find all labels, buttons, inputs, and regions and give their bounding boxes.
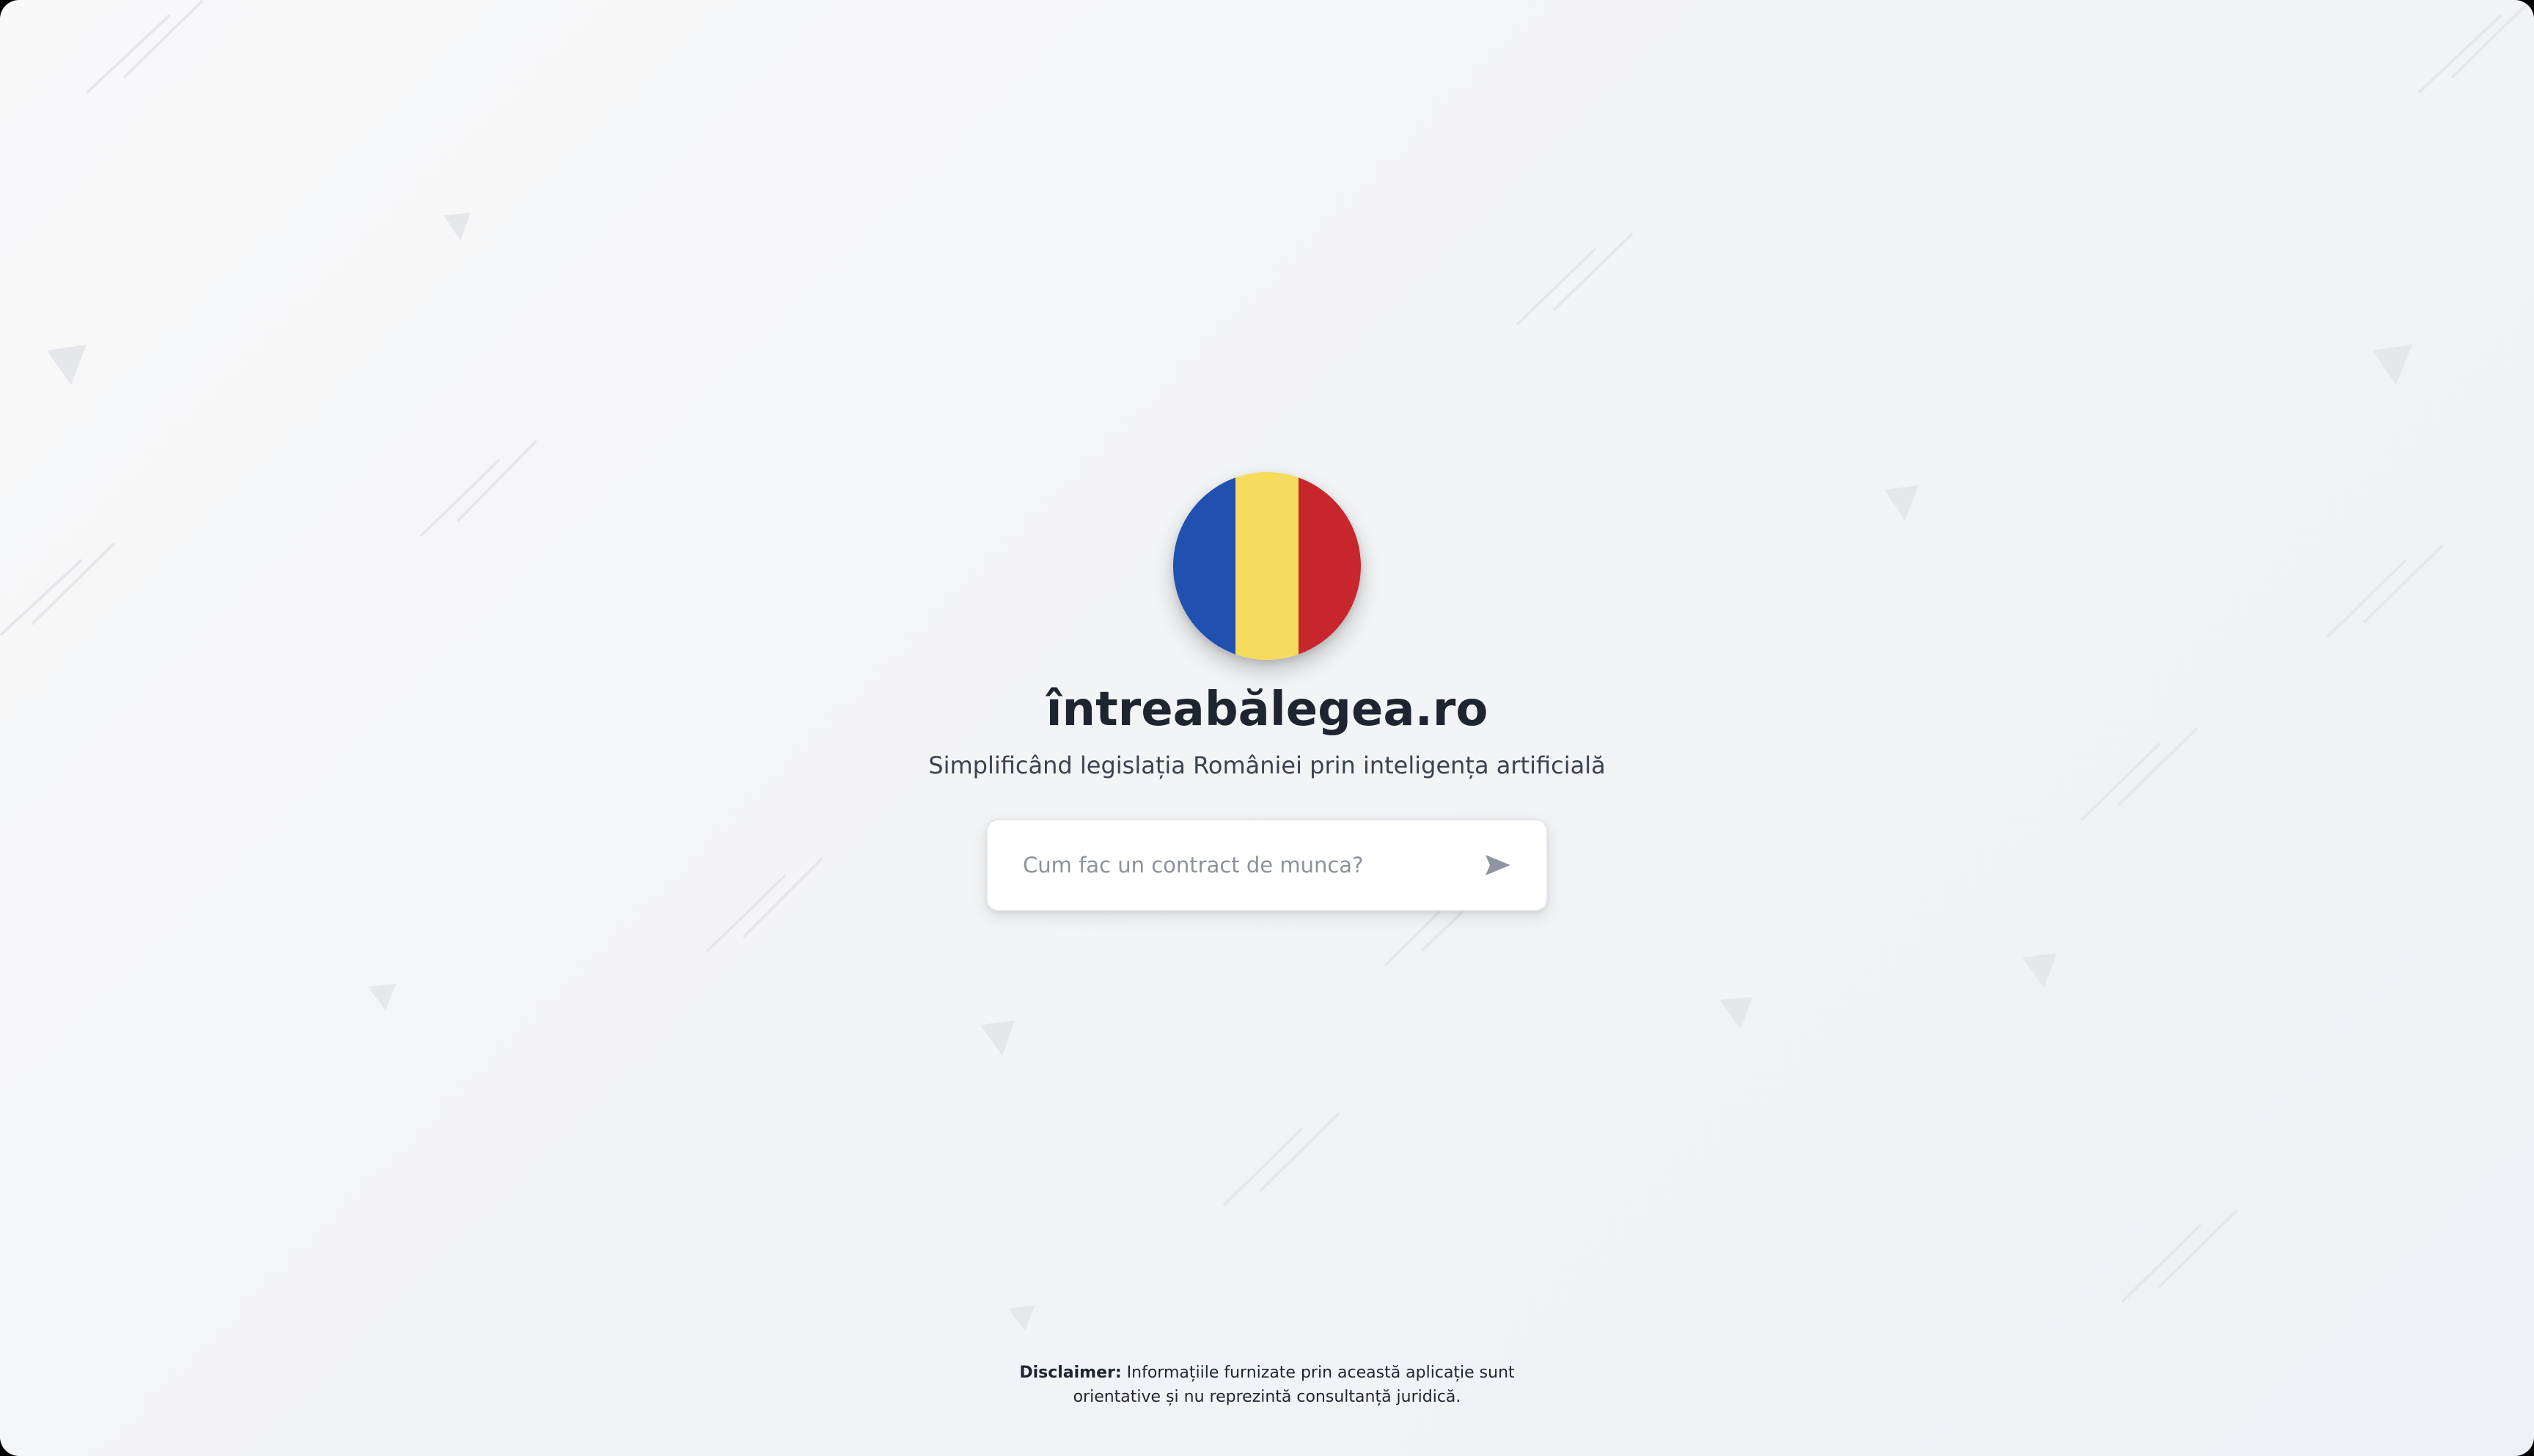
flag-stripe-red xyxy=(1298,472,1361,660)
disclaimer-label: Disclaimer: xyxy=(1019,1364,1122,1382)
disclaimer-text-line2: orientative și nu reprezintă consultanță… xyxy=(1073,1388,1461,1406)
search-input[interactable] xyxy=(988,820,1472,910)
flag-stripe-blue xyxy=(1173,472,1236,660)
flag-stripe-yellow xyxy=(1235,472,1299,660)
site-title: întreabălegea.ro xyxy=(1046,683,1488,737)
romanian-flag-icon xyxy=(1173,472,1361,660)
site-subtitle: Simplificând legislația României prin in… xyxy=(928,751,1606,779)
app-window: întreabălegea.ro Simplificând legislația… xyxy=(0,0,2534,1456)
main-content: întreabălegea.ro Simplificând legislația… xyxy=(0,0,2534,1456)
send-button[interactable] xyxy=(1472,839,1524,891)
send-arrow-icon xyxy=(1485,855,1510,875)
disclaimer: Disclaimer: Informațiile furnizate prin … xyxy=(953,1361,1581,1409)
search-bar xyxy=(986,819,1548,911)
disclaimer-text-line1: Informațiile furnizate prin această apli… xyxy=(1126,1364,1515,1382)
